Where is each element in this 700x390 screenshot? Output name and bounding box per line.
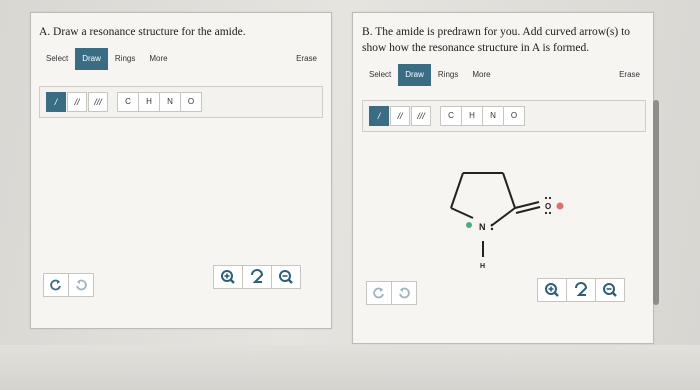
zoom-out-icon	[603, 283, 617, 297]
bond-atom-row-b: / // /// C H N O	[362, 100, 646, 132]
undo-redo-b	[366, 281, 417, 305]
reset-zoom-button[interactable]	[567, 279, 596, 301]
erase-button[interactable]: Erase	[612, 64, 646, 86]
zoom-in-icon	[221, 270, 235, 284]
hydrogen-label: H	[480, 263, 485, 270]
o-charge-marker	[556, 202, 564, 210]
atom-h-button[interactable]: H	[139, 93, 160, 111]
atom-n-button[interactable]: N	[483, 107, 504, 125]
more-tab[interactable]: More	[465, 64, 497, 86]
carbonyl-bond	[514, 201, 540, 209]
triple-bond-button[interactable]: ///	[411, 106, 431, 126]
undo-button[interactable]	[44, 274, 69, 296]
ring-bond	[490, 207, 516, 227]
zoom-in-button[interactable]	[538, 279, 567, 301]
atom-buttons: C H N O	[117, 92, 202, 112]
zoom-out-icon	[279, 270, 293, 284]
zoom-controls-b	[537, 278, 625, 302]
oxygen-label: O	[545, 202, 551, 211]
reset-zoom-button[interactable]	[243, 266, 272, 288]
o-lone-pair-dot	[548, 196, 552, 200]
redo-button[interactable]	[69, 274, 93, 296]
reset-zoom-icon	[251, 269, 264, 283]
atom-h-button[interactable]: H	[462, 107, 483, 125]
carbonyl-bond	[515, 206, 541, 214]
double-bond-button[interactable]: //	[67, 92, 87, 112]
zoom-controls-a	[213, 265, 301, 289]
o-lone-pair-dot	[548, 211, 552, 215]
bottom-strip	[0, 345, 700, 390]
redo-button[interactable]	[392, 282, 416, 304]
question-b: B. The amide is predrawn for you. Add cu…	[362, 26, 631, 54]
rings-tab[interactable]: Rings	[108, 48, 142, 70]
panel-b: B. The amide is predrawn for you. Add cu…	[352, 12, 654, 344]
nitrogen-label: N	[479, 222, 486, 232]
amide-molecule[interactable]: N H O	[433, 153, 583, 273]
single-bond-button[interactable]: /	[369, 106, 389, 126]
zoom-in-icon	[545, 283, 559, 297]
redo-icon	[76, 279, 87, 291]
erase-button[interactable]: Erase	[289, 48, 323, 70]
o-lone-pair-dot	[544, 196, 548, 200]
n-lone-pair-dot	[490, 223, 494, 227]
ring-bond	[450, 172, 464, 209]
undo-icon	[373, 287, 384, 299]
zoom-out-button[interactable]	[272, 266, 300, 288]
atom-c-button[interactable]: C	[118, 93, 139, 111]
toolbar-a: Select Draw Rings More Erase	[39, 47, 323, 71]
redo-icon	[399, 287, 410, 299]
double-bond-button[interactable]: //	[390, 106, 410, 126]
undo-button[interactable]	[367, 282, 392, 304]
undo-redo-a	[43, 273, 94, 297]
n-lone-pair-marker	[466, 222, 472, 228]
bond-atom-row-a: / // /// C H N O	[39, 86, 323, 118]
atom-n-button[interactable]: N	[160, 93, 181, 111]
draw-tab[interactable]: Draw	[398, 64, 431, 86]
rings-tab[interactable]: Rings	[431, 64, 465, 86]
more-tab[interactable]: More	[142, 48, 174, 70]
page-scrollbar[interactable]	[653, 100, 659, 305]
zoom-in-button[interactable]	[214, 266, 243, 288]
n-lone-pair-dot	[490, 227, 494, 231]
ring-bond	[450, 207, 474, 219]
atom-buttons: C H N O	[440, 106, 525, 126]
o-lone-pair-dot	[544, 211, 548, 215]
draw-tab[interactable]: Draw	[75, 48, 108, 70]
atom-o-button[interactable]: O	[504, 107, 524, 125]
single-bond-button[interactable]: /	[46, 92, 66, 112]
select-tab[interactable]: Select	[362, 64, 398, 86]
ring-bond	[502, 172, 516, 209]
reset-zoom-icon	[575, 282, 588, 296]
atom-c-button[interactable]: C	[441, 107, 462, 125]
select-tab[interactable]: Select	[39, 48, 75, 70]
triple-bond-button[interactable]: ///	[88, 92, 108, 112]
atom-o-button[interactable]: O	[181, 93, 201, 111]
toolbar-b: Select Draw Rings More Erase	[362, 63, 646, 87]
zoom-out-button[interactable]	[596, 279, 624, 301]
undo-icon	[50, 279, 61, 291]
question-a: A. Draw a resonance structure for the am…	[39, 26, 246, 38]
panel-a: A. Draw a resonance structure for the am…	[30, 12, 332, 329]
